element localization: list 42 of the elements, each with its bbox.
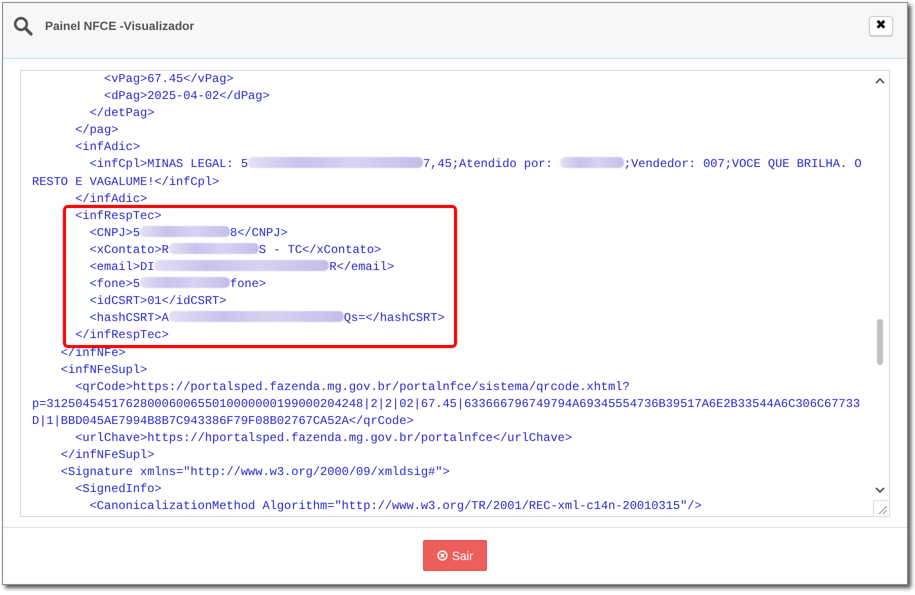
code-text: p=31250454517628000600655010000000199000204248|2|2|02|67.45|633666796749794A69345554736B39517A6E2B33544A6C306C67733 — [32, 396, 860, 411]
code-text: <idCSRT>01</idCSRT> — [88, 294, 226, 308]
code-text: R</email> — [329, 260, 394, 274]
search-icon — [13, 16, 33, 36]
code-text: <infAdic> — [74, 140, 140, 154]
dialog-title: Painel NFCE -Visualizador — [45, 18, 196, 32]
circled-x-icon — [436, 550, 448, 561]
code-text: <urlChave>https://hportalsped.fazenda.mg.gov.br/portalnfce</urlChave> — [74, 430, 572, 445]
code-text: <Signature xmlns="http://www.w3.org/2000/09/xmldsig#"> — [60, 465, 450, 480]
code-text: </pag> — [74, 123, 118, 138]
code-text: <qrCode>https://portalsped.fazenda.mg.gov.br/portalnfce/sistema/qrcode.xhtml? — [74, 380, 630, 394]
code-text: Qs=</hashCSRT> — [344, 311, 445, 326]
code-text: <infRespTec> — [74, 208, 162, 223]
code-text: RESTO E VAGALUME!</infCpl> — [32, 174, 220, 189]
code-text: <xContato>R — [88, 242, 169, 257]
code-text: </infNFe> — [60, 346, 126, 360]
code-text: <SignedInfo> — [74, 482, 162, 496]
code-text: <email>DI — [88, 260, 154, 274]
resize-grip-icon[interactable] — [873, 500, 888, 515]
scroll-up-icon[interactable] — [875, 77, 885, 85]
code-text: ;Vendedor: 007;VOCE QUE BRILHA. O — [624, 157, 862, 172]
code-text: <infCpl>MINAS LEGAL: 5 — [88, 157, 248, 172]
scroll-down-icon[interactable] — [875, 486, 885, 494]
code-text: <fone>5 — [88, 277, 140, 292]
code-text: <hashCSRT>A — [88, 311, 169, 326]
code-text: 7,45;Atendido por: — [423, 157, 554, 172]
code-text: D|1|BBD045AE7994B8B7C943386F79F08B02767CA52A</qrCode> — [32, 414, 414, 428]
code-text: <CanonicalizationMethod Algorithm="http://www.w3.org/TR/2001/REC-xml-c14n-20010315"/> — [88, 499, 702, 514]
code-text: </infNFeSupl> — [60, 448, 154, 462]
code-text: </infRespTec> — [74, 328, 169, 342]
code-text: <CNPJ>5 — [88, 226, 140, 240]
code-text: fone> — [230, 277, 266, 292]
code-text: <dPag>2025-04-02</dPag> — [103, 89, 270, 104]
code-text: </infAdic> — [74, 192, 148, 206]
code-text: S - TC</xContato> — [258, 242, 382, 257]
redacted-text — [560, 157, 624, 168]
close-button[interactable]: ✖ — [869, 16, 893, 36]
code-text: </detPag> — [88, 106, 154, 120]
scrollbar-thumb[interactable] — [877, 319, 883, 365]
code-text: <infNFeSupl> — [60, 362, 148, 377]
code-text: 8</CNPJ> — [230, 226, 288, 240]
code-text: <vPag>67.45</vPag> — [103, 72, 234, 86]
